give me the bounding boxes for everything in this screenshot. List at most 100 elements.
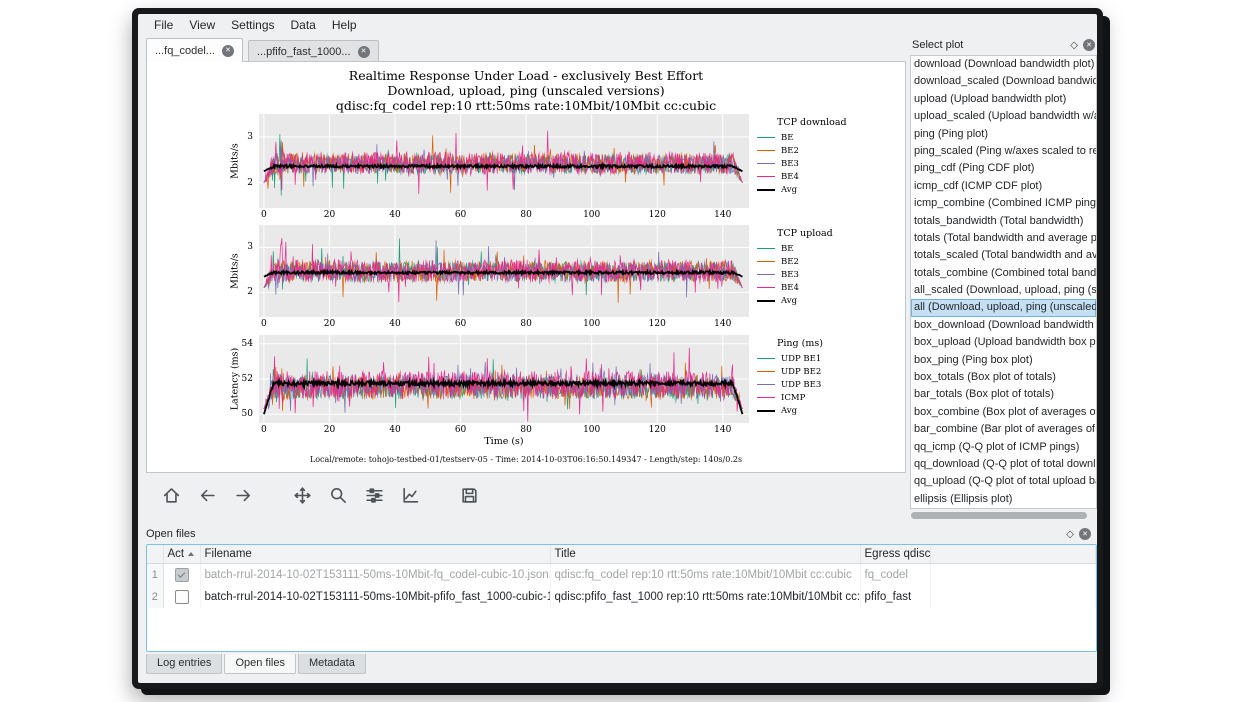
column-header-filename[interactable]: Filename — [200, 545, 550, 564]
column-header-act[interactable]: Act — [163, 545, 200, 564]
menu-help[interactable]: Help — [324, 16, 365, 34]
y-tick-label: 2 — [225, 287, 253, 297]
plot-list-item[interactable]: download (Download bandwidth plot) — [911, 56, 1096, 73]
tab-open-files[interactable]: Open files — [224, 654, 296, 674]
plot-list-item[interactable]: box_ping (Ping box plot) — [911, 352, 1096, 369]
plot-list-item[interactable]: all (Download, upload, ping (unscaled ve… — [911, 299, 1096, 316]
legend: TCP uploadBEBE2BE3BE4Avg — [757, 228, 903, 307]
plot-type-list: download (Download bandwidth plot)downlo… — [910, 55, 1097, 509]
x-tick-label: 100 — [580, 425, 604, 435]
back-button[interactable] — [194, 482, 221, 509]
legend-entry: BE4 — [757, 281, 903, 294]
menu-data[interactable]: Data — [283, 16, 324, 34]
save-button[interactable] — [456, 482, 483, 509]
legend-label: UDP BE3 — [781, 380, 821, 390]
legend-entry: BE — [757, 242, 903, 255]
close-dock-icon[interactable] — [1079, 528, 1091, 540]
x-tick-label: 140 — [711, 210, 735, 220]
plot-list-item[interactable]: all_scaled (Download, upload, ping (scal… — [911, 282, 1096, 299]
menu-bar: File View Settings Data Help — [138, 14, 1097, 36]
plot-list-item[interactable]: ping_cdf (Ping CDF plot) — [911, 160, 1096, 177]
float-panel-icon[interactable] — [1070, 40, 1078, 51]
plot-list-item[interactable]: totals_scaled (Total bandwidth and avera… — [911, 247, 1096, 264]
plot-area: Realtime Response Under Load - exclusive… — [146, 61, 906, 473]
row-number: 2 — [147, 586, 163, 608]
legend-swatch — [757, 300, 775, 302]
plot-list-item[interactable]: box_combine (Box plot of averages of sev… — [911, 404, 1096, 421]
plot-list-item[interactable]: qq_upload (Q-Q plot of total upload band… — [911, 473, 1096, 490]
open-file-row[interactable]: 2 batch-rrul-2014-10-02T153111-50ms-10Mbi… — [147, 586, 1096, 608]
corner-header — [147, 545, 163, 564]
plot-list-item[interactable]: ping (Ping plot) — [911, 126, 1096, 143]
active-checkbox[interactable] — [175, 590, 189, 604]
menu-file[interactable]: File — [146, 16, 181, 34]
legend-swatch — [757, 287, 775, 288]
plot-list-item[interactable]: ellipsis (Ellipsis plot) — [911, 491, 1096, 508]
cell-filename: batch-rrul-2014-10-02T153111-50ms-10Mbit… — [200, 586, 550, 608]
x-tick-label: 100 — [580, 210, 604, 220]
legend-entry: BE3 — [757, 268, 903, 281]
tab-close-icon[interactable] — [222, 45, 234, 57]
customize-plot-button[interactable] — [397, 482, 424, 509]
app-window: File View Settings Data Help ...fq_codel… — [132, 8, 1103, 689]
plot-list-item[interactable]: upload (Upload bandwidth plot) — [911, 91, 1096, 108]
scrollbar-thumb[interactable] — [911, 512, 1087, 519]
y-axis-label: Mbits/s — [230, 143, 241, 179]
active-checkbox[interactable] — [175, 568, 189, 582]
plot-list-item[interactable]: bar_combine (Bar plot of averages of sev… — [911, 421, 1096, 438]
close-panel-icon[interactable] — [1083, 39, 1095, 51]
document-tab-bar: ...fq_codel... ...pfifo_fast_1000... — [146, 39, 379, 62]
tab-log-entries[interactable]: Log entries — [146, 654, 222, 674]
plot-list-item[interactable]: ping_scaled (Ping w/axes scaled to remov… — [911, 143, 1096, 160]
horizontal-scrollbar[interactable] — [911, 512, 1096, 520]
plot-list-item[interactable]: icmp_combine (Combined ICMP ping plot) — [911, 195, 1096, 212]
x-tick-label: 20 — [317, 425, 341, 435]
legend-entry: BE — [757, 131, 903, 144]
open-files-title: Open files — [146, 528, 196, 540]
column-header-egress-qdisc[interactable]: Egress qdisc — [860, 545, 930, 564]
legend-label: BE — [781, 133, 793, 143]
legend-entry: BE2 — [757, 255, 903, 268]
plot-list-item[interactable]: box_download (Download bandwidth box plo… — [911, 317, 1096, 334]
plot-list-item[interactable]: box_upload (Upload bandwidth box plot) — [911, 334, 1096, 351]
pan-button[interactable] — [289, 482, 316, 509]
subplot-3: Latency (ms)505254020406080100120140Ping… — [147, 335, 905, 423]
plot-list-item[interactable]: bar_totals (Box plot of totals) — [911, 386, 1096, 403]
tab-fq-codel[interactable]: ...fq_codel... — [146, 38, 243, 62]
plot-list-item[interactable]: qq_icmp (Q-Q plot of ICMP pings) — [911, 439, 1096, 456]
x-tick-label: 40 — [383, 425, 407, 435]
subplot-canvas[interactable] — [259, 225, 749, 317]
zoom-button[interactable] — [325, 482, 352, 509]
legend-label: BE3 — [781, 159, 799, 169]
menu-settings[interactable]: Settings — [223, 16, 282, 34]
x-tick-label: 80 — [514, 319, 538, 329]
float-dock-icon[interactable] — [1066, 529, 1074, 540]
plot-list-item[interactable]: icmp_cdf (ICMP CDF plot) — [911, 178, 1096, 195]
subplot-canvas[interactable] — [259, 335, 749, 423]
plot-list-item[interactable]: totals_bandwidth (Total bandwidth) — [911, 213, 1096, 230]
home-button[interactable] — [158, 482, 185, 509]
x-tick-label: 80 — [514, 210, 538, 220]
plot-list-item[interactable]: download_scaled (Download bandwidth w/ax… — [911, 73, 1096, 90]
cell-title: qdisc:pfifo_fast_1000 rep:10 rtt:50ms ra… — [550, 586, 860, 608]
plot-list-item[interactable]: box_totals (Box plot of totals) — [911, 369, 1096, 386]
pan-move-icon — [293, 486, 312, 505]
subplot-canvas[interactable] — [259, 114, 749, 208]
forward-button[interactable] — [230, 482, 257, 509]
tab-metadata[interactable]: Metadata — [298, 654, 366, 674]
legend-swatch — [757, 150, 775, 151]
menu-view[interactable]: View — [181, 16, 223, 34]
x-tick-label: 120 — [645, 210, 669, 220]
plot-list-item[interactable]: upload_scaled (Upload bandwidth w/axes s… — [911, 108, 1096, 125]
plot-list-item[interactable]: qq_download (Q-Q plot of total download … — [911, 456, 1096, 473]
plot-list-item[interactable]: totals_combine (Combined total bandwidth… — [911, 265, 1096, 282]
subplot-2: Mbits/s23020406080100120140TCP uploadBEB… — [147, 225, 905, 317]
plot-list-item[interactable]: totals (Total bandwidth and average ping… — [911, 230, 1096, 247]
open-file-row[interactable]: 1batch-rrul-2014-10-02T153111-50ms-10Mbi… — [147, 564, 1096, 587]
x-tick-label: 60 — [449, 425, 473, 435]
column-header-title[interactable]: Title — [550, 545, 860, 564]
tab-pfifo-fast[interactable]: ...pfifo_fast_1000... — [248, 40, 379, 62]
configure-subplots-button[interactable] — [361, 482, 388, 509]
legend: Ping (ms)UDP BE1UDP BE2UDP BE3ICMPAvg — [757, 338, 903, 417]
tab-close-icon[interactable] — [358, 46, 370, 58]
